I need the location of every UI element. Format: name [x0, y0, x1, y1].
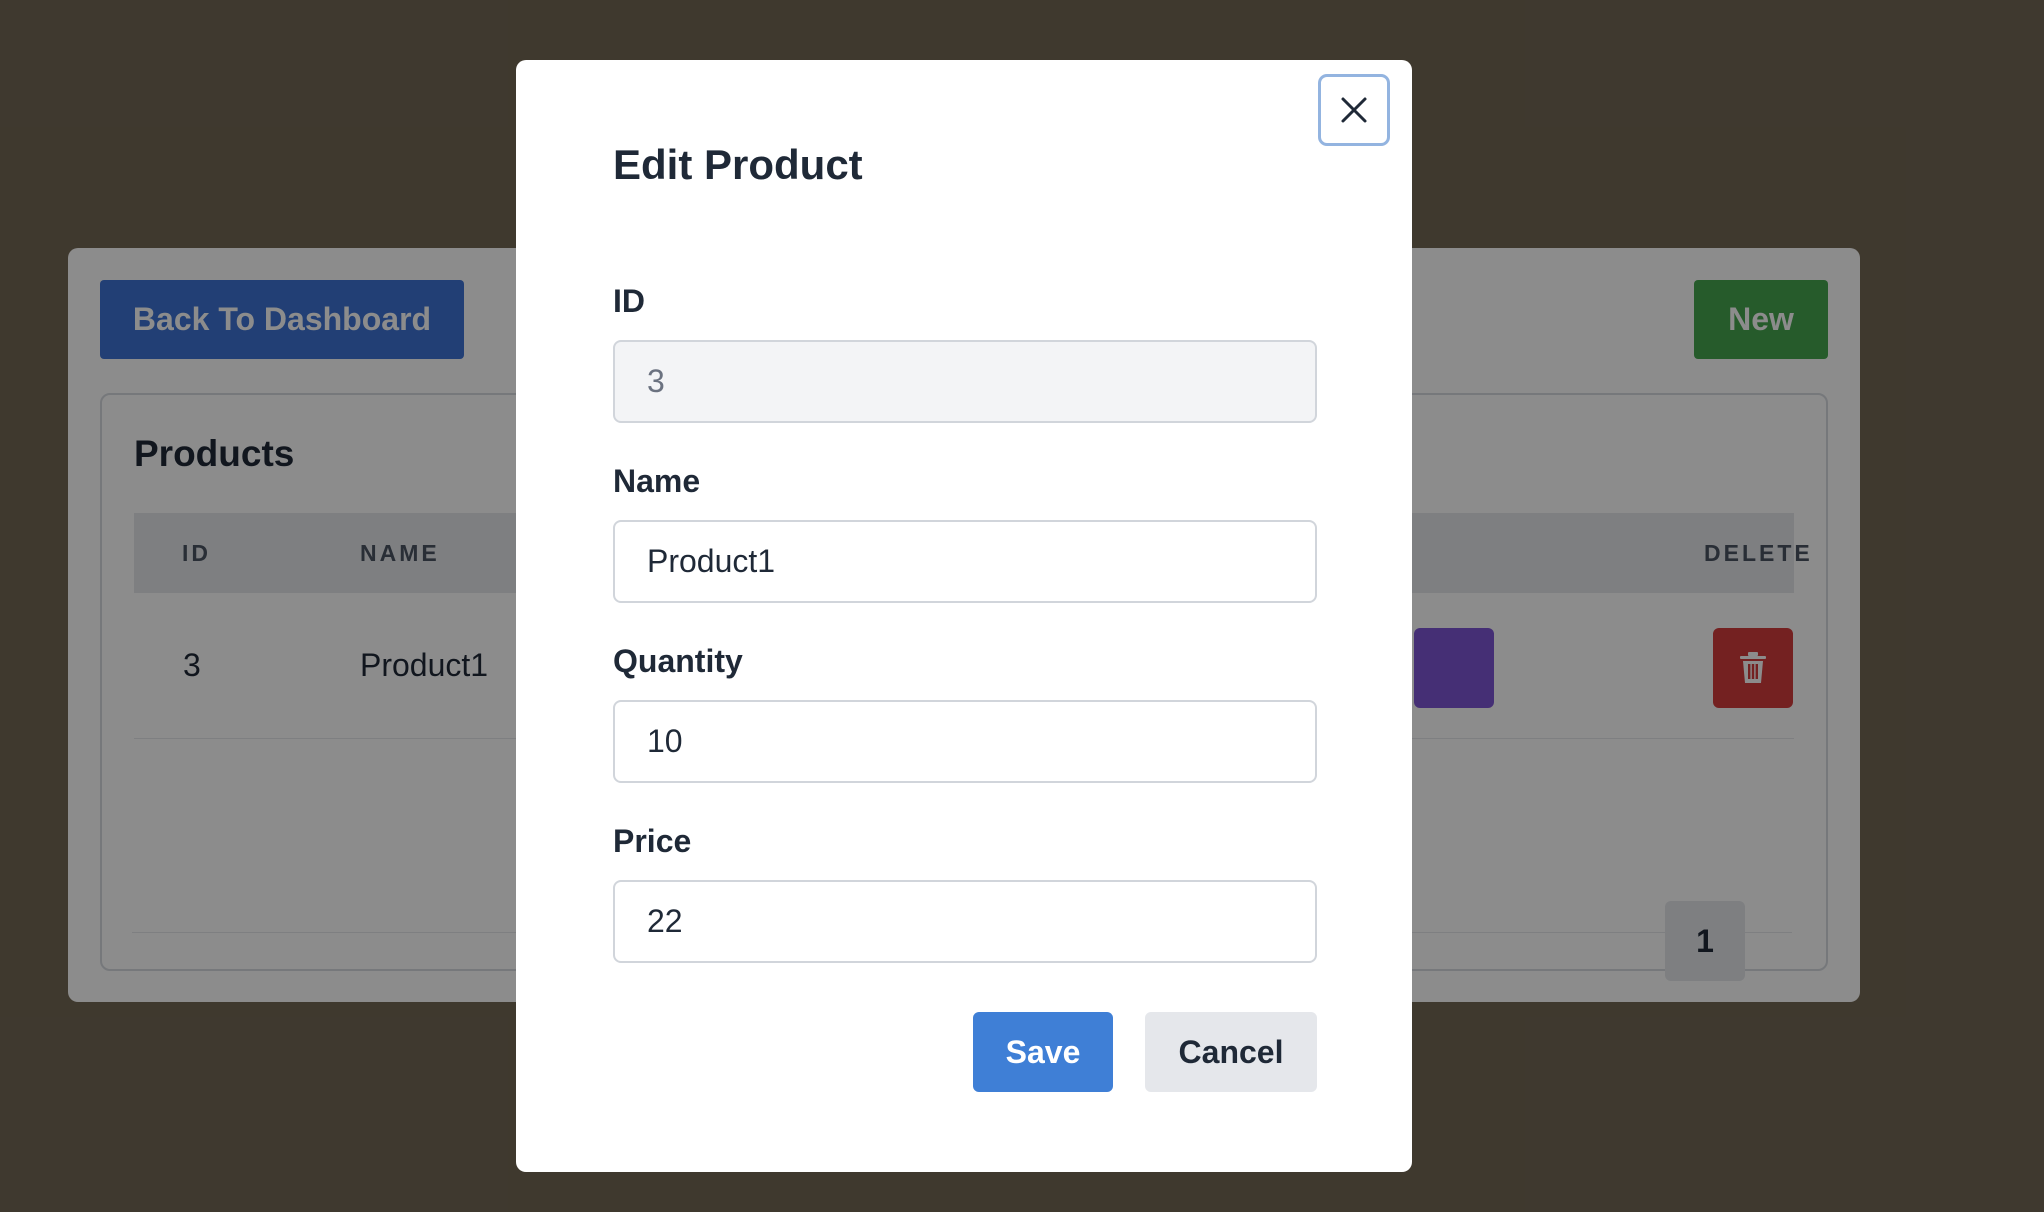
id-field[interactable]	[613, 340, 1317, 423]
quantity-field[interactable]	[613, 700, 1317, 783]
save-button[interactable]: Save	[973, 1012, 1113, 1092]
quantity-label: Quantity	[613, 643, 743, 679]
close-button[interactable]	[1318, 74, 1390, 146]
price-field[interactable]	[613, 880, 1317, 963]
cancel-button[interactable]: Cancel	[1145, 1012, 1317, 1092]
edit-product-modal: Edit Product ID Name Quantity Price Save…	[516, 60, 1412, 1172]
modal-title: Edit Product	[613, 141, 863, 188]
name-field[interactable]	[613, 520, 1317, 603]
close-icon	[1341, 97, 1367, 123]
id-label: ID	[613, 283, 645, 319]
name-label: Name	[613, 463, 701, 499]
price-label: Price	[613, 823, 692, 859]
